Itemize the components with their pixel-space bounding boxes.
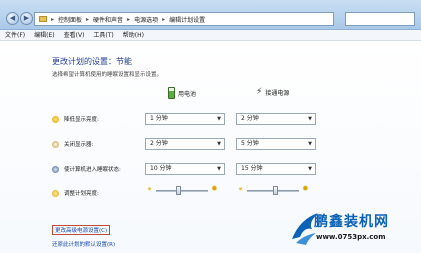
row-turn-off-display: 关闭显示器: (52, 140, 93, 148)
page-title: 更改计划的设置：节能 (52, 57, 132, 66)
row-brightness: 调整计划亮度: (52, 189, 99, 197)
menu-help[interactable]: 帮助(H) (123, 30, 144, 40)
row-dim-display: 降低显示亮度: (52, 115, 99, 123)
menu-file[interactable]: 文件(F) (5, 30, 25, 40)
sun-dim-icon: ✷ (238, 186, 244, 193)
moon-icon (52, 165, 59, 173)
breadcrumb-separator-icon: ▸ (162, 15, 166, 23)
chevron-down-icon: ▼ (308, 166, 312, 172)
breadcrumb-separator-icon: ▸ (86, 15, 90, 23)
folder-icon (39, 16, 47, 22)
turn-off-display-plugged-select[interactable]: 5 分钟 ▼ (236, 138, 316, 150)
brightness-battery-slider[interactable] (156, 190, 208, 192)
sun-icon (52, 189, 59, 197)
select-value: 2 分钟 (241, 115, 259, 122)
advanced-settings-link[interactable]: 更改高级电源设置(C) (52, 225, 111, 235)
menu-edit[interactable]: 编辑(E) (34, 30, 54, 40)
display-icon (52, 140, 59, 148)
brightness-battery-thumb[interactable] (176, 186, 182, 195)
row-label: 降低显示亮度: (64, 117, 99, 123)
chevron-down-icon: ▼ (217, 116, 221, 122)
select-value: 1 分钟 (150, 115, 168, 122)
row-sleep: 使计算机进入睡眠状态: (52, 165, 121, 173)
dim-display-battery-select[interactable]: 1 分钟 ▼ (145, 113, 225, 125)
select-value: 2 分钟 (150, 140, 168, 147)
brightness-icon (52, 115, 59, 123)
sun-bright-icon: ✹ (211, 184, 218, 193)
column-header-battery: 用电池 (168, 87, 196, 99)
sun-bright-icon: ✹ (302, 184, 309, 193)
battery-icon (168, 87, 175, 99)
plug-icon: ⚡ (256, 87, 263, 97)
brightness-plugged-thumb[interactable] (272, 186, 278, 195)
menu-tools[interactable]: 工具(T) (93, 30, 113, 40)
restore-defaults-link[interactable]: 还原此计划的默认设置(R) (52, 240, 115, 248)
forward-button[interactable]: ▶ (20, 12, 33, 25)
breadcrumb-item[interactable]: 硬件和声音 (93, 15, 123, 24)
breadcrumb-item[interactable]: 编辑计划设置 (169, 15, 205, 24)
row-label: 关闭显示器: (64, 142, 94, 148)
address-bar[interactable]: ▸ 控制面板 ▸ 硬件和声音 ▸ 电源选项 ▸ 编辑计划设置 (34, 12, 334, 26)
column-battery-label: 用电池 (178, 90, 197, 98)
sun-dim-icon: ✷ (147, 186, 153, 193)
search-input[interactable] (345, 12, 415, 26)
select-value: 15 分钟 (241, 165, 263, 172)
brand-name: 鹏鑫装机网 (314, 214, 389, 230)
breadcrumb-item[interactable]: 电源选项 (134, 15, 158, 24)
dim-display-plugged-select[interactable]: 2 分钟 ▼ (236, 113, 316, 125)
row-label: 使计算机进入睡眠状态: (64, 167, 121, 173)
chevron-down-icon: ▼ (217, 141, 221, 147)
breadcrumb-item[interactable]: 控制面板 (58, 15, 82, 24)
column-plugged-label: 接通电源 (265, 89, 290, 97)
column-header-plugged: ⚡ 接通电源 (256, 87, 289, 97)
page-description: 选择希望计算机使用的睡眠设置和显示设置。 (52, 72, 163, 78)
turn-off-display-battery-select[interactable]: 2 分钟 ▼ (145, 138, 225, 150)
select-value: 10 分钟 (150, 165, 172, 172)
chevron-down-icon: ▼ (308, 116, 312, 122)
back-button[interactable]: ◀ (6, 12, 19, 25)
title-bar: ◀ ▶ ▸ 控制面板 ▸ 硬件和声音 ▸ 电源选项 ▸ 编辑计划设置 (0, 0, 421, 30)
menu-bar: 文件(F) 编辑(E) 查看(V) 工具(T) 帮助(H) (0, 30, 421, 41)
select-value: 5 分钟 (241, 140, 259, 147)
chevron-down-icon: ▼ (217, 166, 221, 172)
menu-view[interactable]: 查看(V) (64, 30, 85, 40)
chevron-down-icon: ▼ (308, 141, 312, 147)
brand-url: www.0753px.com (316, 233, 386, 241)
sleep-plugged-select[interactable]: 15 分钟 ▼ (236, 163, 316, 175)
breadcrumb-separator-icon: ▸ (51, 15, 55, 23)
breadcrumb-separator-icon: ▸ (127, 15, 131, 23)
row-label: 调整计划亮度: (64, 191, 99, 197)
watermark-logo: 鹏鑫装机网 www.0753px.com (290, 205, 421, 253)
sleep-battery-select[interactable]: 10 分钟 ▼ (145, 163, 225, 175)
